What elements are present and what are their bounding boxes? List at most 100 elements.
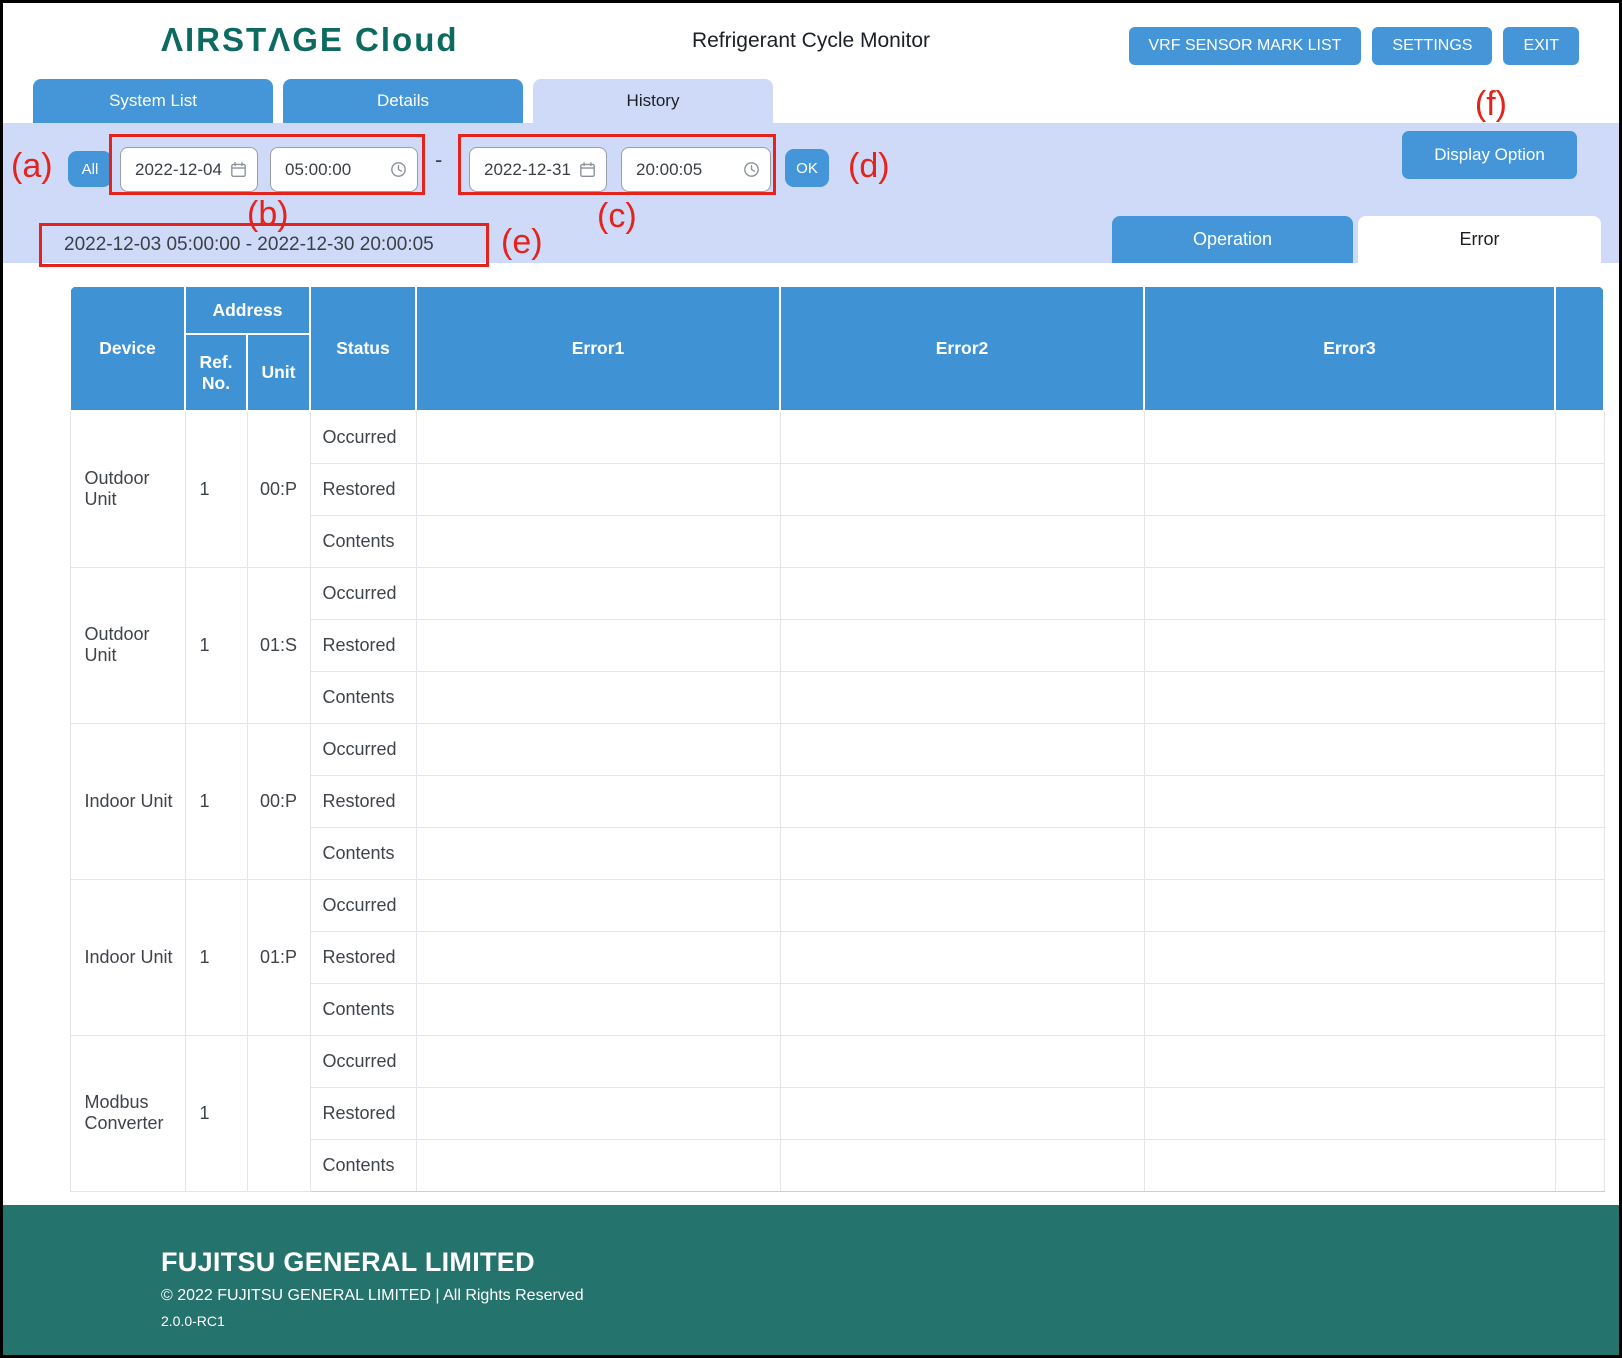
display-option-button[interactable]: Display Option	[1402, 131, 1577, 179]
cell-error2	[780, 983, 1144, 1035]
clock-icon[interactable]	[390, 161, 407, 178]
all-button[interactable]: All	[68, 151, 112, 187]
footer-company-name: FUJITSU GENERAL LIMITED	[161, 1247, 1619, 1278]
clock-icon[interactable]	[743, 161, 760, 178]
cell-error1	[416, 567, 780, 619]
cell-extra	[1555, 671, 1604, 723]
start-date-input[interactable]	[135, 160, 224, 180]
cell-error1	[416, 1087, 780, 1139]
end-date-field[interactable]	[469, 147, 607, 192]
end-time-field[interactable]	[621, 147, 771, 192]
exit-button[interactable]: EXIT	[1503, 27, 1579, 65]
ok-button[interactable]: OK	[785, 149, 829, 187]
cell-error2	[780, 775, 1144, 827]
top-header: ΛIRSTΛGE Cloud Refrigerant Cycle Monitor…	[3, 3, 1619, 79]
cell-error3	[1144, 671, 1555, 723]
settings-button[interactable]: SETTINGS	[1372, 27, 1492, 65]
annotation-c: (c)	[597, 197, 637, 236]
cell-ref-no: 1	[185, 411, 247, 567]
footer: FUJITSU GENERAL LIMITED © 2022 FUJITSU G…	[3, 1205, 1619, 1355]
cell-error1	[416, 827, 780, 879]
cell-status-label: Occurred	[310, 567, 416, 619]
col-header-error3: Error3	[1144, 286, 1555, 411]
date-range-separator: -	[435, 147, 442, 173]
annotation-rect-e: 2022-12-03 05:00:00 - 2022-12-30 20:00:0…	[39, 223, 489, 267]
cell-error1	[416, 775, 780, 827]
cell-error3	[1144, 1035, 1555, 1087]
cell-error1	[416, 723, 780, 775]
cell-status-label: Occurred	[310, 1035, 416, 1087]
page: ΛIRSTΛGE Cloud Refrigerant Cycle Monitor…	[0, 0, 1622, 1358]
cell-error1	[416, 515, 780, 567]
cell-device: Indoor Unit	[70, 879, 185, 1035]
cell-status-label: Restored	[310, 463, 416, 515]
cell-error1	[416, 619, 780, 671]
cell-error3	[1144, 411, 1555, 463]
header-buttons: VRF SENSOR MARK LIST SETTINGS EXIT	[1129, 27, 1580, 65]
col-header-address: Address	[185, 286, 310, 334]
table-row: Indoor Unit101:POccurred	[70, 879, 1604, 931]
cell-error1	[416, 1139, 780, 1191]
tab-error[interactable]: Error	[1358, 216, 1601, 263]
annotation-d: (d)	[848, 147, 890, 186]
cell-ref-no: 1	[185, 723, 247, 879]
end-time-input[interactable]	[636, 160, 737, 180]
cell-error1	[416, 931, 780, 983]
cell-error3	[1144, 515, 1555, 567]
main-tabs: System List Details History (f)	[3, 79, 1619, 123]
cell-error2	[780, 879, 1144, 931]
cell-error1	[416, 879, 780, 931]
cell-error2	[780, 723, 1144, 775]
end-date-input[interactable]	[484, 160, 573, 180]
col-header-error1: Error1	[416, 286, 780, 411]
annotation-e: (e)	[501, 223, 543, 262]
cell-error2	[780, 827, 1144, 879]
table-row: Indoor Unit100:POccurred	[70, 723, 1604, 775]
cell-error3	[1144, 619, 1555, 671]
cell-error2	[780, 671, 1144, 723]
start-date-field[interactable]	[120, 147, 258, 192]
cell-error3	[1144, 827, 1555, 879]
error-table-body: Outdoor Unit100:POccurredRestoredContent…	[70, 411, 1604, 1191]
cell-error2	[780, 463, 1144, 515]
footer-copyright: © 2022 FUJITSU GENERAL LIMITED | All Rig…	[161, 1287, 1619, 1305]
tab-details[interactable]: Details	[283, 79, 523, 123]
col-header-unit: Unit	[247, 334, 310, 411]
tab-operation[interactable]: Operation	[1112, 216, 1353, 263]
col-header-status: Status	[310, 286, 416, 411]
cell-extra	[1555, 723, 1604, 775]
calendar-icon[interactable]	[579, 161, 596, 178]
error-history-table: Device Address Status Error1 Error2 Erro…	[69, 285, 1605, 1192]
cell-status-label: Restored	[310, 1087, 416, 1139]
start-time-field[interactable]	[270, 147, 418, 192]
cell-error2	[780, 411, 1144, 463]
cell-unit: 01:S	[247, 567, 310, 723]
tab-history[interactable]: History	[533, 79, 773, 123]
tab-system-list[interactable]: System List	[33, 79, 273, 123]
cell-error3	[1144, 879, 1555, 931]
cell-error3	[1144, 567, 1555, 619]
start-time-input[interactable]	[285, 160, 384, 180]
cell-error1	[416, 411, 780, 463]
cell-ref-no: 1	[185, 567, 247, 723]
cell-extra	[1555, 463, 1604, 515]
col-header-device: Device	[70, 286, 185, 411]
history-content: Device Address Status Error1 Error2 Erro…	[3, 263, 1619, 1205]
cell-extra	[1555, 619, 1604, 671]
cell-error2	[780, 1035, 1144, 1087]
vrf-sensor-mark-list-button[interactable]: VRF SENSOR MARK LIST	[1129, 27, 1362, 65]
cell-error3	[1144, 931, 1555, 983]
cell-status-label: Occurred	[310, 723, 416, 775]
cell-error1	[416, 983, 780, 1035]
table-row: Outdoor Unit101:SOccurred	[70, 567, 1604, 619]
cell-error1	[416, 463, 780, 515]
cell-device: Outdoor Unit	[70, 567, 185, 723]
cell-extra	[1555, 1139, 1604, 1191]
cell-error1	[416, 1035, 780, 1087]
calendar-icon[interactable]	[230, 161, 247, 178]
annotation-rect-b	[109, 134, 425, 195]
col-header-extra	[1555, 286, 1604, 411]
col-header-error2: Error2	[780, 286, 1144, 411]
filter-bar: (a) All	[3, 123, 1619, 263]
cell-unit	[247, 1035, 310, 1191]
